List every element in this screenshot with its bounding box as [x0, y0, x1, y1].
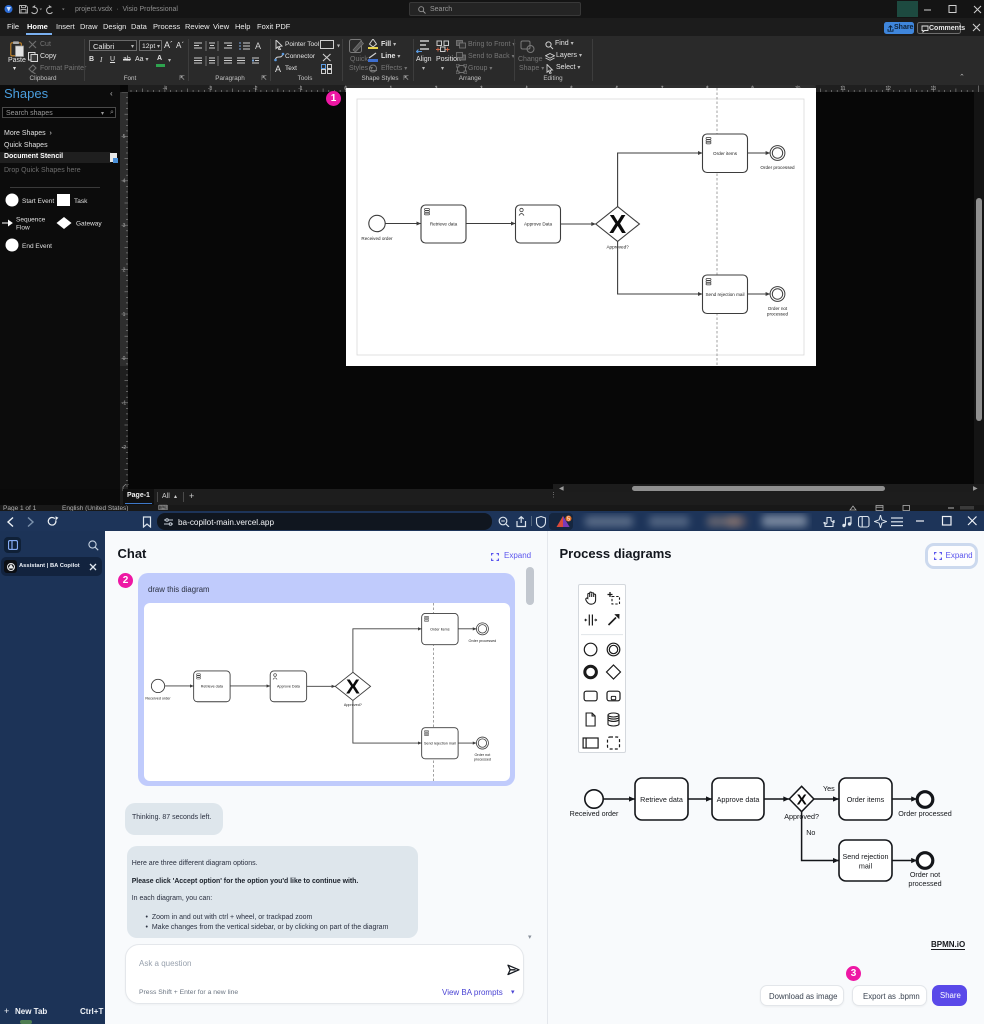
svg-text:-4: -4	[163, 86, 168, 92]
svg-text:Order items: Order items	[713, 151, 738, 156]
svg-text:A: A	[255, 41, 261, 51]
svg-text:Start Event: Start Event	[22, 198, 54, 205]
svg-text:-3: -3	[208, 86, 213, 92]
svg-text:5: 5	[123, 134, 126, 140]
svg-text:12: 12	[885, 86, 891, 92]
svg-text:-2: -2	[253, 86, 258, 92]
svg-text:Order items: Order items	[847, 795, 885, 804]
svg-text:3: 3	[123, 223, 126, 229]
svg-text:▾: ▾	[337, 44, 340, 50]
svg-text:5: 5	[567, 517, 570, 523]
svg-text:processed: processed	[908, 879, 941, 888]
svg-text:X: X	[609, 211, 626, 239]
svg-text:Approve data: Approve data	[717, 795, 760, 804]
svg-text:Retrieve data: Retrieve data	[430, 222, 458, 227]
svg-text:Send rejection: Send rejection	[843, 852, 889, 861]
svg-text:Flow: Flow	[16, 225, 30, 232]
svg-text:1: 1	[123, 312, 126, 318]
svg-text:No: No	[806, 828, 815, 837]
svg-text:Task: Task	[74, 198, 88, 205]
svg-text:4: 4	[123, 179, 126, 185]
svg-text:processed: processed	[767, 312, 789, 317]
svg-text:-1: -1	[298, 86, 303, 92]
svg-text:11: 11	[840, 86, 845, 92]
svg-text:Received order: Received order	[361, 236, 393, 241]
svg-text:Gateway: Gateway	[76, 221, 102, 228]
svg-text:Sequence: Sequence	[16, 217, 46, 224]
svg-text:0: 0	[123, 356, 126, 362]
svg-text:End Event: End Event	[22, 243, 52, 250]
svg-text:-2: -2	[122, 445, 127, 451]
svg-text:mail: mail	[859, 862, 873, 871]
svg-text:Retrieve data: Retrieve data	[640, 795, 683, 804]
svg-text:Order processed: Order processed	[898, 809, 952, 818]
svg-text:Approve Data: Approve Data	[524, 222, 553, 227]
svg-text:Yes: Yes	[823, 784, 835, 793]
svg-text:Order not: Order not	[910, 870, 940, 879]
svg-text:X: X	[797, 792, 807, 809]
svg-text:Received order: Received order	[570, 809, 619, 818]
svg-text:-1: -1	[122, 401, 127, 407]
svg-text:Send rejection mail: Send rejection mail	[705, 292, 744, 297]
svg-text:Order processed: Order processed	[760, 165, 795, 170]
svg-text:Order not: Order not	[768, 306, 788, 311]
svg-text:13: 13	[931, 86, 937, 92]
svg-text:2: 2	[123, 267, 126, 273]
